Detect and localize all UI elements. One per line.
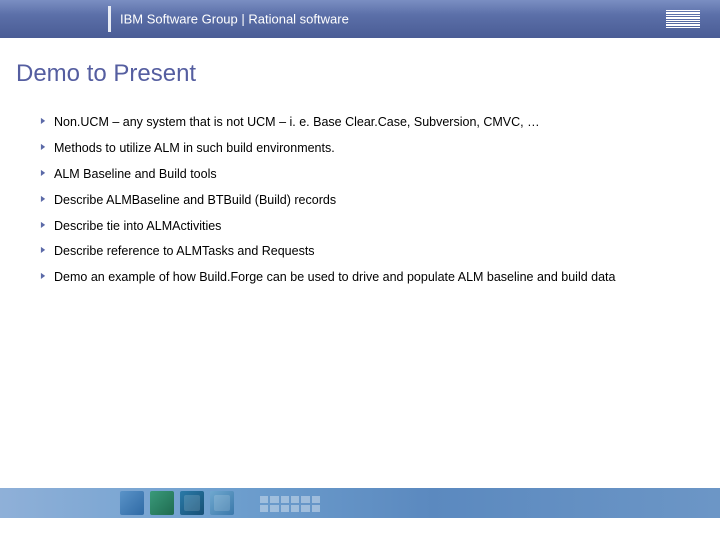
footer-chip-icon (180, 491, 204, 515)
footer-chip-icon (120, 491, 144, 515)
header-accent (108, 6, 111, 32)
bullet-item: Describe tie into ALMActivities (40, 218, 680, 235)
bullet-item: Describe ALMBaseline and BTBuild (Build)… (40, 192, 680, 209)
header-bar: IBM Software Group | Rational software (0, 0, 720, 38)
footer-chip-icon (210, 491, 234, 515)
footer-band (0, 488, 720, 540)
header-title: IBM Software Group | Rational software (120, 12, 349, 27)
ibm-logo-icon (666, 10, 700, 28)
footer-icon-row (120, 491, 234, 515)
bullet-item: Methods to utilize ALM in such build env… (40, 140, 680, 157)
bullet-item: Non.UCM – any system that is not UCM – i… (40, 114, 680, 131)
bullet-item: Demo an example of how Build.Forge can b… (40, 269, 680, 286)
bullet-list: Non.UCM – any system that is not UCM – i… (40, 114, 680, 286)
footer-pattern-icon (260, 496, 320, 512)
footer-white-strip (0, 518, 720, 540)
slide-title: Demo to Present (16, 60, 720, 88)
footer-stripe (0, 488, 720, 518)
bullet-item: Describe reference to ALMTasks and Reque… (40, 243, 680, 260)
footer-chip-icon (150, 491, 174, 515)
bullet-item: ALM Baseline and Build tools (40, 166, 680, 183)
